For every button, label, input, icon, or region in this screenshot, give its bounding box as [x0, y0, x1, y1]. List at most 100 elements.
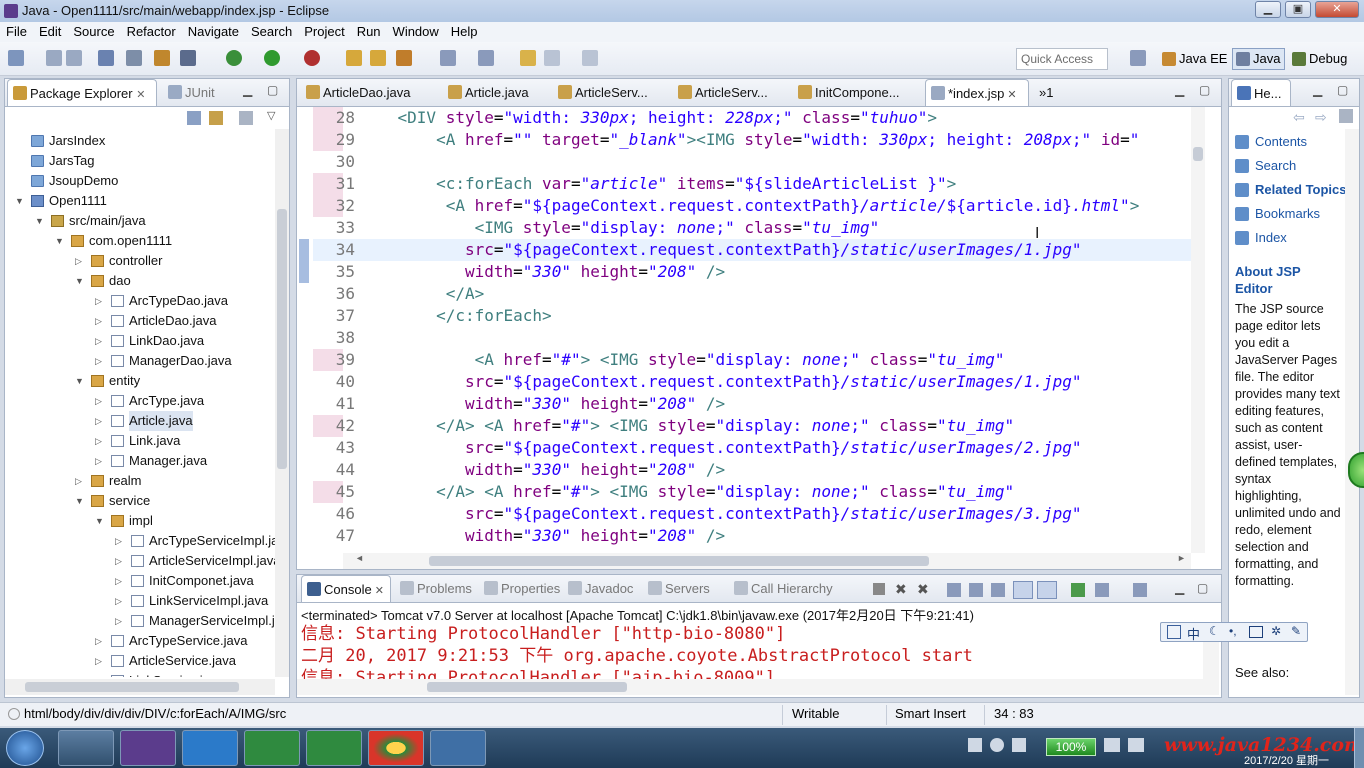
tab-package-explorer[interactable]: Package Explorer ✕	[7, 79, 157, 106]
code-line[interactable]: 29 <A href="" target="_blank"><IMG style…	[313, 129, 1191, 151]
code-line[interactable]: 41 width="330" height="208" />	[313, 393, 1191, 415]
code-line[interactable]: 43 src="${pageContext.request.contextPat…	[313, 437, 1191, 459]
collapsed-arrow-icon[interactable]: ▷	[95, 671, 102, 677]
taskbar-app-icon[interactable]	[58, 730, 114, 766]
collapsed-arrow-icon[interactable]: ▷	[95, 631, 102, 651]
editor-tab[interactable]: ArticleDao.java	[301, 79, 437, 106]
editor-tab-overflow[interactable]: »1	[1035, 79, 1053, 106]
code-line[interactable]: 35 width="330" height="208" />	[313, 261, 1191, 283]
tree-item[interactable]: ▷ Article.java	[95, 411, 193, 431]
taskbar-chrome-icon[interactable]	[368, 730, 424, 766]
tree-item[interactable]: ▼ service	[75, 491, 150, 511]
code-line[interactable]: 28 <DIV style="width: 330px; height: 228…	[313, 107, 1191, 129]
code-line[interactable]: 31 <c:forEach var="article" items="${sli…	[313, 173, 1191, 195]
close-icon[interactable]: ✕	[136, 89, 145, 101]
tray-flag-icon[interactable]	[1012, 738, 1026, 752]
close-icon[interactable]: ✕	[1004, 89, 1016, 101]
save-icon[interactable]	[46, 50, 62, 66]
expanded-arrow-icon[interactable]: ▼	[35, 211, 44, 231]
tray-clock[interactable]: 2017/2/20 星期一	[1244, 752, 1329, 768]
menu-search[interactable]: Search	[245, 22, 298, 42]
last-edit-icon[interactable]	[520, 50, 536, 66]
expanded-arrow-icon[interactable]: ▼	[15, 191, 24, 211]
code-line[interactable]: 39 <A href="#"> <IMG style="display: non…	[313, 349, 1191, 371]
code-line[interactable]: 37 </c:forEach>	[313, 305, 1191, 327]
tree-item[interactable]: JarsTag	[31, 151, 95, 171]
expanded-arrow-icon[interactable]: ▼	[75, 371, 84, 391]
menu-run[interactable]: Run	[351, 22, 387, 42]
menu-help[interactable]: Help	[445, 22, 484, 42]
perspective-debug[interactable]: Debug	[1288, 48, 1352, 70]
code-line[interactable]: 40 src="${pageContext.request.contextPat…	[313, 371, 1191, 393]
editor-tab[interactable]: Article.java	[443, 79, 547, 106]
console-tab[interactable]: Call Hierarchy	[729, 575, 849, 602]
tree-item[interactable]: ▷ ArcType.java	[95, 391, 204, 411]
tree-item[interactable]: ▼ entity	[75, 371, 140, 391]
collapsed-arrow-icon[interactable]: ▷	[95, 351, 102, 371]
debug-icon[interactable]	[226, 50, 242, 66]
run-icon[interactable]	[264, 50, 280, 66]
collapsed-arrow-icon[interactable]: ▷	[95, 311, 102, 331]
collapsed-arrow-icon[interactable]: ▷	[115, 591, 122, 611]
maximize-view-icon[interactable]: ▢	[1337, 83, 1348, 97]
tree-item[interactable]: ▷ ArticleServiceImpl.java	[115, 551, 275, 571]
editor-tab[interactable]: *index.jsp ✕	[925, 79, 1029, 106]
collapsed-arrow-icon[interactable]: ▷	[95, 411, 102, 431]
show-on-error-icon[interactable]	[1037, 581, 1057, 599]
maximize-view-icon[interactable]: ▢	[267, 83, 278, 97]
ime-mode[interactable]: 中	[1187, 624, 1200, 643]
help-related-topics-link[interactable]: Related Topics	[1235, 181, 1347, 199]
tray-battery-icon[interactable]	[1104, 738, 1120, 752]
external-tools-icon[interactable]	[304, 50, 320, 66]
maximize-view-icon[interactable]: ▢	[1199, 83, 1210, 97]
minimize-view-icon[interactable]: ▁	[1175, 83, 1184, 97]
help-contents-link[interactable]: Contents	[1235, 133, 1307, 151]
search-icon[interactable]	[396, 50, 412, 66]
minimize-button[interactable]: ▁	[1255, 1, 1281, 18]
code-line[interactable]: 32 <A href="${pageContext.request.contex…	[313, 195, 1191, 217]
ime-logo-icon[interactable]	[1167, 625, 1181, 639]
collapsed-arrow-icon[interactable]: ▷	[75, 471, 82, 491]
previous-annotation-icon[interactable]	[478, 50, 494, 66]
menu-source[interactable]: Source	[67, 22, 120, 42]
help-bookmarks-link[interactable]: Bookmarks	[1235, 205, 1320, 223]
maximize-view-icon[interactable]: ▢	[1197, 581, 1208, 595]
scrollbar-thumb[interactable]	[277, 209, 287, 469]
scroll-lock-icon[interactable]	[969, 583, 983, 597]
help-search-link[interactable]: Search	[1235, 157, 1296, 175]
terminate-icon[interactable]	[873, 583, 885, 595]
scrollbar-thumb[interactable]	[429, 556, 929, 566]
show-on-output-icon[interactable]	[1013, 581, 1033, 599]
minimize-view-icon[interactable]: ▁	[243, 83, 252, 97]
tree-item[interactable]: ▷ ArcTypeDao.java	[95, 291, 228, 311]
collapsed-arrow-icon[interactable]: ▷	[115, 611, 122, 631]
tray-network-icon[interactable]	[968, 738, 982, 752]
save-all-icon[interactable]	[66, 50, 82, 66]
close-button[interactable]: ✕	[1315, 1, 1359, 18]
java-ee-icon[interactable]	[154, 50, 170, 66]
wrench-icon[interactable]: ✎	[1291, 624, 1301, 638]
forward-icon[interactable]	[582, 50, 598, 66]
server-icon[interactable]	[180, 50, 196, 66]
collapsed-arrow-icon[interactable]: ▷	[95, 291, 102, 311]
tree-item[interactable]: ▼ Open1111	[15, 191, 107, 211]
ime-punct-icon[interactable]: •,	[1229, 624, 1237, 638]
tree-item[interactable]: ▷ LinkService.java	[95, 671, 224, 677]
ime-tools-icon[interactable]: ✲	[1271, 624, 1281, 638]
code-line[interactable]: 42 </A> <A href="#"> <IMG style="display…	[313, 415, 1191, 437]
tree-item[interactable]: ▷ Manager.java	[95, 451, 207, 471]
taskbar-eclipse-icon[interactable]	[120, 730, 176, 766]
tree-item[interactable]: ▷ InitComponet.java	[115, 571, 254, 591]
tree-item[interactable]: JsoupDemo	[31, 171, 118, 191]
collapsed-arrow-icon[interactable]: ▷	[115, 551, 122, 571]
taskbar-camtasia-recorder-icon[interactable]	[306, 730, 362, 766]
editor-horizontal-scrollbar[interactable]: ◄ ►	[343, 553, 1191, 569]
back-icon[interactable]	[544, 50, 560, 66]
tree-horizontal-scrollbar[interactable]	[5, 679, 275, 695]
remove-all-icon[interactable]: ✖	[917, 581, 929, 598]
clear-console-icon[interactable]	[947, 583, 961, 597]
tree-item[interactable]: ▼ dao	[75, 271, 131, 291]
console-output[interactable]: 信息: Starting ProtocolHandler ["http-bio-…	[297, 623, 1203, 679]
tree-item[interactable]: ▷ Link.java	[95, 431, 180, 451]
scroll-left-icon[interactable]: ◄	[355, 553, 364, 563]
